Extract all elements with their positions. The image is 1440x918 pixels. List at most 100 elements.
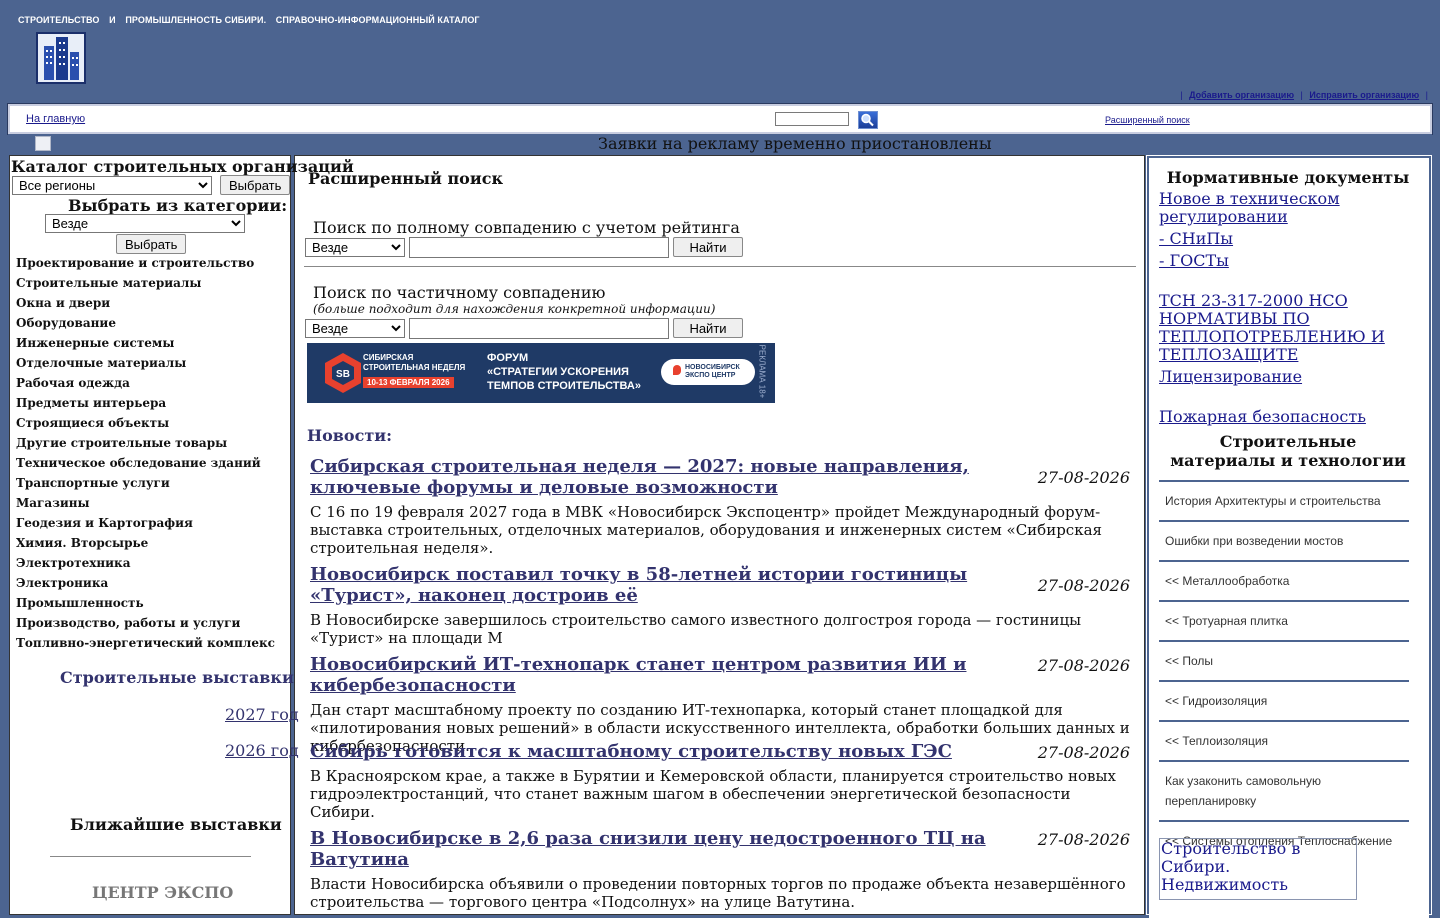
category-item[interactable]: Электротехника [16, 556, 275, 576]
category-item[interactable]: Топливно-энергетический комплекс [16, 636, 275, 656]
advanced-search-link[interactable]: Расширенный поиск [1105, 115, 1190, 125]
realty-banner-image[interactable]: Строительство в Сибири. Недвижимость [1159, 838, 1357, 900]
category-item[interactable]: Геодезия и Картография [16, 516, 275, 536]
materials-menu-item[interactable]: << Тротуарная плитка [1159, 600, 1409, 640]
norm-docs-title: Нормативные документы [1166, 168, 1410, 187]
news-headline-link[interactable]: Сибирь готовится к масштабному строитель… [310, 741, 1030, 762]
materials-title: Строительные материалы и технологии [1170, 432, 1406, 470]
news-summary: Власти Новосибирска объявили о проведени… [310, 875, 1126, 911]
add-organization-link[interactable]: Добавить организацию [1189, 90, 1294, 100]
search-input[interactable] [775, 112, 849, 126]
svg-text:SB: SB [336, 369, 350, 380]
full-match-find-button[interactable]: Найти [673, 237, 743, 257]
category-list: Проектирование и строительство Строитель… [16, 256, 275, 656]
category-item[interactable]: Отделочные материалы [16, 356, 275, 376]
news-headline-link[interactable]: Сибирская строительная неделя — 2027: но… [310, 456, 1030, 498]
category-item[interactable]: Рабочая одежда [16, 376, 275, 396]
norm-link[interactable]: Лицензирование [1159, 368, 1417, 386]
home-link[interactable]: На главную [26, 113, 85, 125]
norm-link[interactable]: - СНиПы [1159, 230, 1417, 248]
category-title: Выбрать из категории: [68, 196, 288, 215]
banner-text: ФОРУМ [487, 352, 529, 364]
banner-side-text: РЕКЛАМА 18+ [757, 344, 767, 399]
separator: | [1425, 90, 1428, 100]
norm-link[interactable]: Пожарная безопасность [1159, 408, 1417, 426]
norm-link[interactable]: Новое в техническом регулировании [1159, 190, 1417, 226]
category-item[interactable]: Электроника [16, 576, 275, 596]
page-title: Расширенный поиск [308, 169, 504, 188]
news-headline-link[interactable]: Новосибирский ИТ-технопарк станет центро… [310, 654, 1070, 696]
expo-banner[interactable]: SB СИБИРСКАЯ СТРОИТЕЛЬНАЯ НЕДЕЛЯ 10-13 Ф… [307, 343, 775, 403]
category-item[interactable]: Производство, работы и услуги [16, 616, 275, 636]
news-summary: С 16 по 19 февраля 2027 года в МВК «Ново… [310, 503, 1102, 557]
category-item[interactable]: Окна и двери [16, 296, 275, 316]
separator: | [1180, 90, 1183, 100]
top-links: | Добавить организацию | Исправить орган… [1180, 90, 1428, 100]
materials-menu-item[interactable]: << Теплоизоляция [1159, 720, 1409, 760]
category-select[interactable]: Везде [45, 214, 245, 233]
choose-region-button[interactable]: Выбрать [220, 175, 291, 195]
site-title-part: СТРОИТЕЛЬСТВО [18, 15, 100, 25]
category-item[interactable]: Строящиеся объекты [16, 416, 275, 436]
partial-match-hint: (больше подходит для нахождения конкретн… [313, 302, 716, 316]
banner-side-text-wrap: РЕКЛАМА 18+ [753, 344, 773, 399]
materials-menu-item[interactable]: << Металлообработка [1159, 560, 1409, 600]
materials-menu-item[interactable]: Ошибки при возведении мостов [1159, 520, 1409, 560]
separator: | [1300, 90, 1303, 100]
materials-menu: История Архитектуры и строительства Ошиб… [1159, 480, 1409, 860]
site-title: СТРОИТЕЛЬСТВО И ПРОМЫШЛЕННОСТЬ СИБИРИ. С… [18, 15, 487, 25]
search-button[interactable] [858, 111, 878, 129]
category-item[interactable]: Проектирование и строительство [16, 256, 275, 276]
partial-match-find-button[interactable]: Найти [673, 318, 743, 338]
banner-badge: НОВОСИБИРСК ЭКСПО ЦЕНТР [661, 359, 755, 385]
category-item[interactable]: Техническое обследование зданий [16, 456, 275, 476]
choose-category-button[interactable]: Выбрать [116, 234, 187, 254]
navbar: На главную Расширенный поиск [7, 103, 1433, 135]
materials-menu-item[interactable]: Как узаконить самовольную перепланировку [1159, 760, 1409, 820]
news-headline-link[interactable]: Новосибирск поставил точку в 58-летней и… [310, 564, 1030, 606]
category-item[interactable]: Предметы интерьера [16, 396, 275, 416]
category-item[interactable]: Инженерные системы [16, 336, 275, 356]
edit-organization-link[interactable]: Исправить организацию [1309, 90, 1419, 100]
exhibitions-title: Строительные выставки [60, 668, 294, 687]
divider [50, 856, 251, 857]
banner-text: СТРОИТЕЛЬНАЯ НЕДЕЛЯ [363, 363, 466, 372]
materials-menu-item[interactable]: << Гидроизоляция [1159, 680, 1409, 720]
region-select[interactable]: Все регионы [12, 176, 212, 195]
news-summary: В Красноярском крае, а также в Бурятии и… [310, 767, 1116, 821]
news-item: Сибирская строительная неделя — 2027: но… [310, 456, 1130, 557]
pin-icon [673, 365, 681, 375]
category-item[interactable]: Другие строительные товары [16, 436, 275, 456]
banner-badge-text: НОВОСИБИРСК ЭКСПО ЦЕНТР [685, 364, 740, 379]
full-match-search-input[interactable] [409, 237, 669, 258]
banner-text: ТЕМПОВ СТРОИТЕЛЬСТВА» [487, 380, 641, 392]
ad-notice-bar: Заявки на рекламу временно приостановлен… [8, 134, 1432, 154]
category-item[interactable]: Транспортные услуги [16, 476, 275, 496]
news-headline-link[interactable]: В Новосибирске в 2,6 раза снизили цену н… [310, 828, 1030, 870]
exhibition-year-link[interactable]: 2026 год [225, 741, 299, 760]
partial-match-scope-select[interactable]: Везде [305, 319, 405, 338]
news-item: Новосибирск поставил точку в 58-летней и… [310, 564, 1130, 647]
category-item[interactable]: Оборудование [16, 316, 275, 336]
category-item[interactable]: Строительные материалы [16, 276, 275, 296]
exhibition-year-link[interactable]: 2027 год [225, 705, 299, 724]
building-logo-icon[interactable] [36, 32, 86, 84]
partial-match-search-input[interactable] [409, 318, 669, 339]
norm-link[interactable]: ТСН 23-317-2000 НСО НОРМАТИВЫ ПО ТЕПЛОПО… [1159, 292, 1417, 364]
materials-menu-item[interactable]: История Архитектуры и строительства [1159, 480, 1409, 520]
expo-name[interactable]: ЦЕНТР ЭКСПО [92, 883, 233, 902]
full-match-scope-select[interactable]: Везде [305, 238, 405, 257]
search-icon [861, 113, 874, 127]
banner-text: СИБИРСКАЯ [363, 353, 414, 362]
category-item[interactable]: Магазины [16, 496, 275, 516]
category-item[interactable]: Промышленность [16, 596, 275, 616]
category-item[interactable]: Химия. Вторсырье [16, 536, 275, 556]
materials-menu-item[interactable]: << Полы [1159, 640, 1409, 680]
norm-link[interactable]: - ГОСТы [1159, 252, 1417, 270]
news-item: Сибирь готовится к масштабному строитель… [310, 741, 1130, 821]
catalog-title: Каталог строительных организаций [11, 157, 354, 176]
partial-match-label: Поиск по частичному совпадению [313, 283, 606, 302]
ad-notice-text: Заявки на рекламу временно приостановлен… [598, 134, 992, 153]
